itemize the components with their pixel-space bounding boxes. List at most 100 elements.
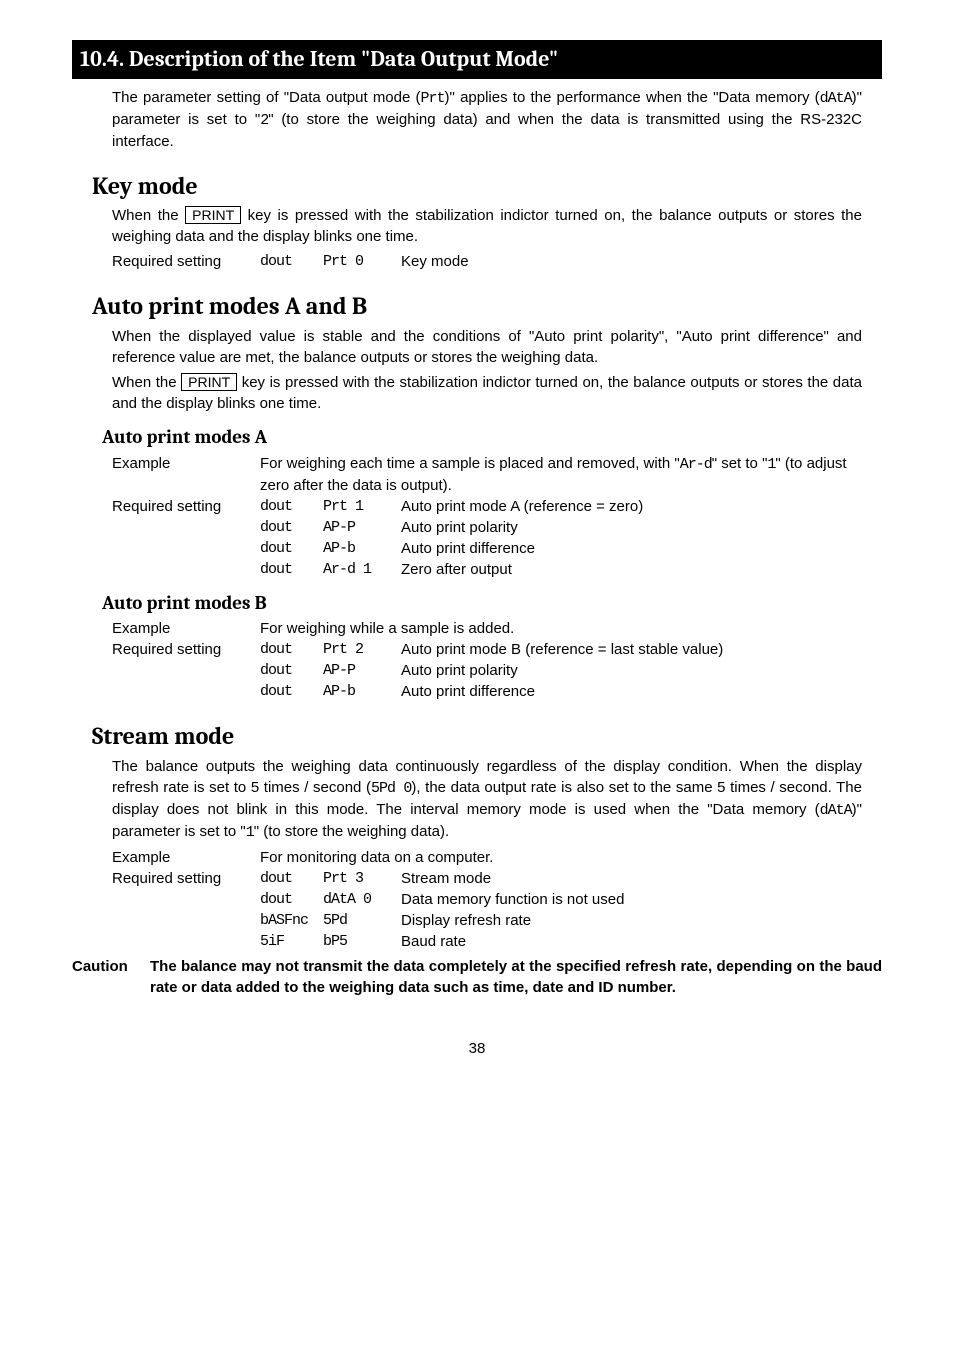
table-row: Required setting dout Prt 0 Key mode (112, 251, 477, 272)
blank (112, 910, 260, 931)
seg-col2: Prt 2 (323, 639, 401, 660)
table-row: dout dAtA 0 Data memory function is not … (112, 889, 632, 910)
seg-col1: dout (260, 496, 323, 517)
desc-col: Baud rate (401, 931, 632, 952)
st-d: " (to store the weighing data). (254, 823, 449, 840)
desc-col: Data memory function is not used (401, 889, 632, 910)
example-text: For monitoring data on a computer. (260, 847, 632, 868)
desc-col: Auto print difference (401, 538, 862, 559)
ab-text-a: When the (112, 374, 181, 391)
heading-mode-b: Auto print modes B (102, 590, 882, 617)
stream-table: Example For monitoring data on a compute… (112, 847, 632, 952)
seg-col2: Prt 1 (323, 496, 401, 517)
heading-stream-mode: Stream mode (92, 720, 882, 754)
example-label: Example (112, 847, 260, 868)
modeb-table: Example For weighing while a sample is a… (112, 618, 731, 702)
intro-text-b: )" applies to the performance when the "… (445, 89, 820, 106)
keymode-settings-table: Required setting dout Prt 0 Key mode (112, 251, 477, 272)
seg-col1: dout (260, 251, 323, 272)
print-key: PRINT (181, 373, 237, 391)
seg-col2: AP-b (323, 681, 401, 702)
seg-col1: dout (260, 517, 323, 538)
table-row: Required setting dout Prt 1 Auto print m… (112, 496, 862, 517)
km-text-a: When the (112, 207, 185, 224)
seg-col1: dout (260, 660, 323, 681)
autoab-p1: When the displayed value is stable and t… (112, 326, 862, 368)
seg-col1: dout (260, 889, 323, 910)
seg-data: dAtA (820, 802, 852, 819)
seg-col2: AP-P (323, 517, 401, 538)
table-row: Required setting dout Prt 3 Stream mode (112, 868, 632, 889)
seg-col2: AP-b (323, 538, 401, 559)
seg-col1: dout (260, 681, 323, 702)
ex-a: For weighing each time a sample is place… (260, 455, 680, 472)
blank (112, 538, 260, 559)
blank (112, 889, 260, 910)
table-row: dout AP-b Auto print difference (112, 538, 862, 559)
section-banner: 10.4. Description of the Item "Data Outp… (72, 40, 882, 79)
seg-1: 1 (246, 824, 254, 841)
required-setting-label: Required setting (112, 868, 260, 889)
seg-col2: AP-P (323, 660, 401, 681)
desc-col: Display refresh rate (401, 910, 632, 931)
keymode-paragraph: When the PRINT key is pressed with the s… (112, 205, 862, 247)
table-row: Example For weighing while a sample is a… (112, 618, 731, 639)
example-label: Example (112, 618, 260, 639)
table-row: dout Ar-d 1 Zero after output (112, 559, 862, 580)
desc-col: Zero after output (401, 559, 862, 580)
desc-col: Key mode (401, 251, 477, 272)
seg-col2: dAtA 0 (323, 889, 401, 910)
seg-col1: 5iF (260, 931, 323, 952)
example-text: For weighing while a sample is added. (260, 618, 731, 639)
desc-col: Auto print polarity (401, 517, 862, 538)
table-row: bASFnc 5Pd Display refresh rate (112, 910, 632, 931)
intro-paragraph: The parameter setting of "Data output mo… (112, 87, 862, 152)
required-setting-label: Required setting (112, 251, 260, 272)
table-row: dout AP-P Auto print polarity (112, 660, 731, 681)
table-row: 5iF bP5 Baud rate (112, 931, 632, 952)
seg-col2: 5Pd (323, 910, 401, 931)
print-key: PRINT (185, 206, 241, 224)
table-row: dout AP-b Auto print difference (112, 681, 731, 702)
desc-col: Auto print polarity (401, 660, 731, 681)
table-row: Example For monitoring data on a compute… (112, 847, 632, 868)
table-row: Example For weighing each time a sample … (112, 453, 862, 496)
stream-paragraph: The balance outputs the weighing data co… (112, 756, 862, 843)
table-row: Required setting dout Prt 2 Auto print m… (112, 639, 731, 660)
seg-5pd: 5Pd 0 (371, 780, 411, 797)
seg-col2: Ar-d 1 (323, 559, 401, 580)
caution-text: The balance may not transmit the data co… (150, 956, 882, 998)
required-setting-label: Required setting (112, 496, 260, 517)
caution-label: Caution (72, 956, 150, 998)
blank (112, 660, 260, 681)
blank (112, 931, 260, 952)
required-setting-label: Required setting (112, 639, 260, 660)
autoab-p2: When the PRINT key is pressed with the s… (112, 372, 862, 414)
page-number: 38 (72, 1038, 882, 1059)
desc-col: Auto print difference (401, 681, 731, 702)
seg-col1: dout (260, 559, 323, 580)
seg-prt: Prt (421, 90, 445, 107)
caution-block: Caution The balance may not transmit the… (72, 956, 882, 998)
heading-auto-ab: Auto print modes A and B (92, 290, 882, 324)
heading-mode-a: Auto print modes A (102, 424, 882, 451)
blank (112, 517, 260, 538)
seg-col2: Prt 3 (323, 868, 401, 889)
ex-b: " set to " (712, 455, 768, 472)
table-row: dout AP-P Auto print polarity (112, 517, 862, 538)
example-label: Example (112, 453, 260, 496)
seg-col1: dout (260, 868, 323, 889)
seg-col2: bP5 (323, 931, 401, 952)
seg-2: 2 (260, 112, 268, 129)
blank (112, 681, 260, 702)
seg-col1: bASFnc (260, 910, 323, 931)
desc-col: Auto print mode A (reference = zero) (401, 496, 862, 517)
heading-key-mode: Key mode (92, 170, 882, 204)
blank (112, 559, 260, 580)
desc-col: Stream mode (401, 868, 632, 889)
seg-col1: dout (260, 538, 323, 559)
seg-ard: Ar-d (680, 456, 712, 473)
seg-col1: dout (260, 639, 323, 660)
seg-col2: Prt 0 (323, 251, 401, 272)
example-text: For weighing each time a sample is place… (260, 453, 862, 496)
